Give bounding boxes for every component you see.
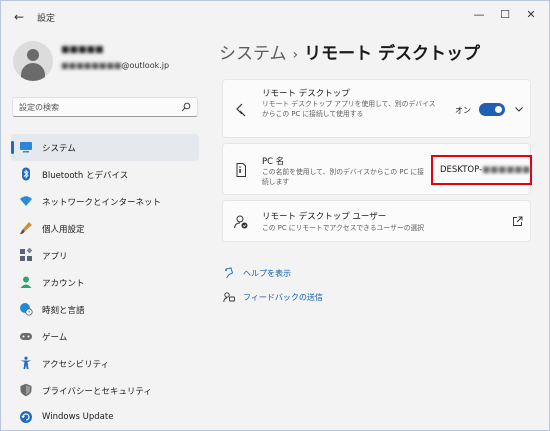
sidebar-nav: システム Bluetooth とデバイス ネットワークとインターネット 個人用設…	[11, 134, 201, 431]
pc-name-value-highlight: DESKTOP-■■■■■■	[431, 155, 532, 185]
settings-search-box[interactable]	[12, 97, 198, 117]
remote-desktop-description: リモート デスクトップ アプリを使用して、別のデバイスからこの PC に接続して…	[262, 100, 436, 118]
update-icon	[20, 411, 32, 423]
remote-desktop-title: リモート デスクトップ	[262, 89, 350, 99]
sidebar-item-bluetooth[interactable]: Bluetooth とデバイス	[11, 161, 199, 188]
sidebar-item-label: ネットワークとインターネット	[42, 198, 162, 208]
sidebar-item-system[interactable]: システム	[11, 134, 199, 161]
shield-icon	[20, 383, 32, 397]
remote-users-title: リモート デスクトップ ユーザー	[262, 212, 387, 222]
active-indicator	[11, 141, 14, 154]
minimize-button[interactable]: —	[467, 5, 491, 25]
user-email: ■■■■■■■■@outlook.jp	[61, 61, 169, 70]
avatar[interactable]	[13, 41, 53, 81]
globe-clock-icon	[20, 303, 33, 316]
pc-name-value: DESKTOP-■■■■■■	[440, 165, 530, 175]
sidebar-item-accounts[interactable]: アカウント	[11, 269, 199, 296]
sidebar-item-personalization[interactable]: 個人用設定	[11, 215, 199, 242]
feedback-link-label[interactable]: フィードバックの送信	[243, 292, 323, 303]
breadcrumb-parent[interactable]: システム	[219, 44, 287, 64]
feedback-icon	[223, 292, 235, 303]
toggle-state-label: オン	[455, 106, 471, 115]
wifi-icon	[20, 196, 32, 206]
close-button[interactable]: ✕	[519, 5, 543, 25]
sidebar-item-label: 時刻と言語	[42, 306, 85, 316]
back-arrow-icon[interactable]: ←	[11, 9, 27, 25]
apps-icon	[20, 248, 33, 261]
pc-name-title: PC 名	[262, 157, 285, 167]
accessibility-icon	[20, 356, 32, 369]
remote-users-description: この PC にリモートでアクセスできるユーザーの選択	[262, 224, 425, 232]
pc-name-hidden: ■■■■■■	[482, 165, 531, 175]
settings-window: ← 設定 — ☐ ✕ ■■■■■ ■■■■■■■■@outlook.jp システ…	[0, 0, 550, 431]
title-bar: ← 設定 — ☐ ✕	[1, 1, 549, 33]
brush-icon	[20, 222, 32, 235]
pc-name-card: PC 名 この名前を使用して、別のデバイスからこの PC に接続します DESK…	[222, 143, 532, 195]
email-domain: @outlook.jp	[121, 61, 170, 70]
sidebar-item-label: アプリ	[42, 252, 68, 262]
help-link-label[interactable]: ヘルプを表示	[243, 268, 291, 279]
sidebar-item-privacy[interactable]: プライバシーとセキュリティ	[11, 377, 199, 404]
sidebar-item-gaming[interactable]: ゲーム	[11, 323, 199, 350]
breadcrumb-separator: ›	[292, 47, 299, 63]
sidebar-item-network[interactable]: ネットワークとインターネット	[11, 188, 199, 215]
chevron-down-icon[interactable]	[513, 103, 525, 115]
maximize-button[interactable]: ☐	[493, 5, 517, 25]
pc-name-prefix: DESKTOP-	[440, 165, 483, 175]
sidebar-item-label: アクセシビリティ	[42, 360, 110, 370]
sidebar-item-label: アカウント	[42, 279, 85, 289]
app-title: 設定	[37, 14, 56, 24]
avatar-head	[27, 49, 39, 61]
remote-desktop-users-card[interactable]: リモート デスクトップ ユーザー この PC にリモートでアクセスできるユーザー…	[222, 200, 531, 242]
email-prefix: ■■■■■■■■	[61, 61, 122, 70]
user-settings-icon	[234, 215, 248, 229]
remote-desktop-card[interactable]: リモート デスクトップ リモート デスクトップ アプリを使用して、別のデバイスか…	[222, 79, 531, 138]
avatar-body	[21, 63, 45, 81]
sidebar-item-label: Bluetooth とデバイス	[42, 171, 129, 181]
sidebar-item-label: 個人用設定	[42, 225, 85, 235]
search-input[interactable]	[19, 100, 179, 114]
bluetooth-icon	[22, 167, 30, 181]
gamepad-icon	[20, 333, 32, 340]
breadcrumb: システム › リモート デスクトップ	[219, 39, 480, 64]
sidebar-item-apps[interactable]: アプリ	[11, 242, 199, 269]
page-title: リモート デスクトップ	[304, 44, 481, 64]
remote-desktop-icon	[236, 103, 246, 117]
pc-name-description: この名前を使用して、別のデバイスからこの PC に接続します	[262, 168, 424, 186]
system-icon	[20, 142, 32, 153]
pc-name-icon	[236, 163, 246, 177]
sidebar-item-label: プライバシーとセキュリティ	[42, 387, 152, 397]
sidebar-item-label: ゲーム	[42, 333, 68, 343]
toggle-knob	[495, 106, 502, 113]
sidebar-item-label: システム	[42, 144, 76, 154]
external-link-icon[interactable]	[512, 216, 523, 227]
sidebar-item-accessibility[interactable]: アクセシビリティ	[11, 350, 199, 377]
account-icon	[20, 276, 32, 288]
user-name: ■■■■■	[61, 45, 104, 55]
search-icon[interactable]	[181, 102, 191, 112]
remote-desktop-toggle[interactable]	[479, 103, 505, 116]
sidebar-item-label: Windows Update	[42, 412, 114, 422]
help-icon	[225, 267, 234, 279]
sidebar-item-time-language[interactable]: 時刻と言語	[11, 296, 199, 323]
sidebar-item-windows-update[interactable]: Windows Update	[11, 404, 199, 431]
